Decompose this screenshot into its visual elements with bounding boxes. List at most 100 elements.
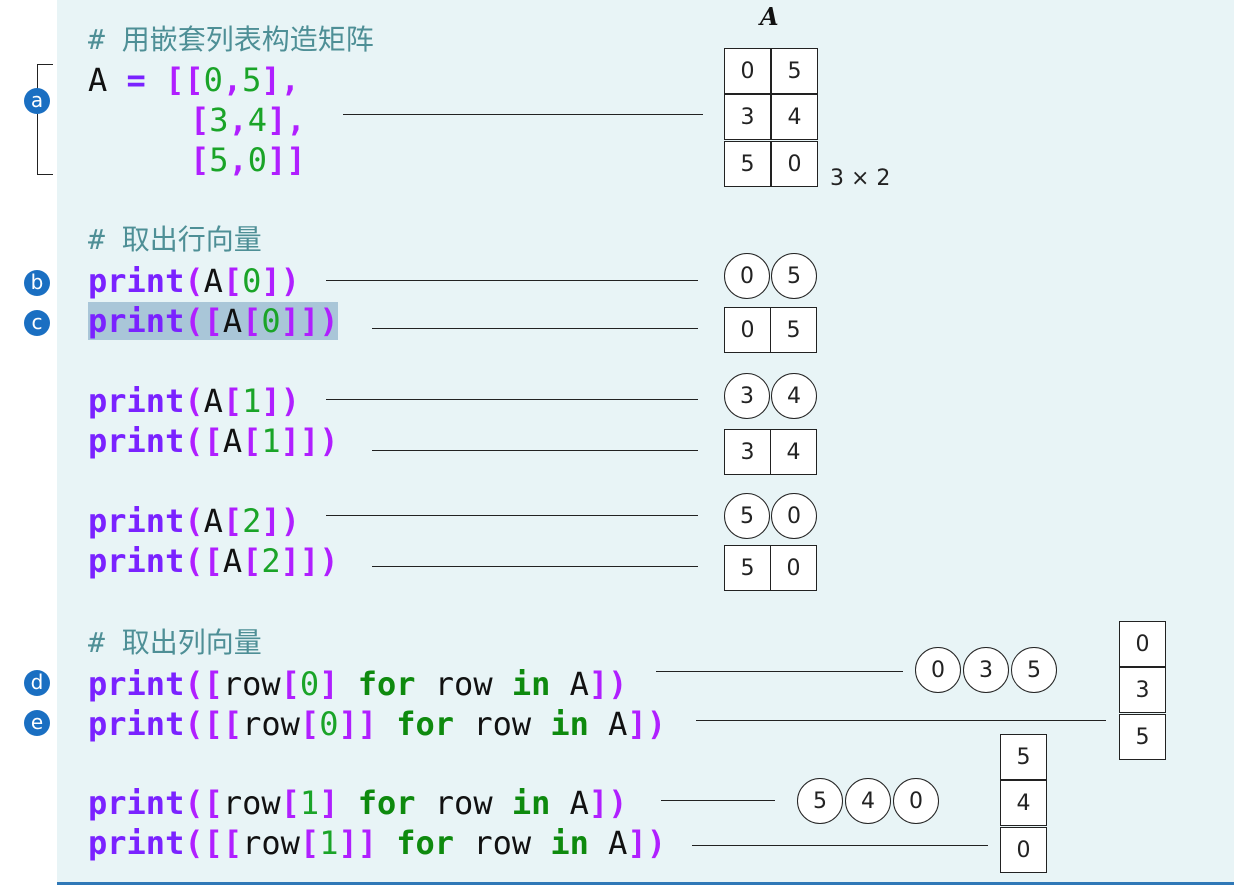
token-bracket: [ <box>222 502 243 540</box>
token-bracket: ]] <box>267 141 306 179</box>
token-print: print <box>88 302 185 340</box>
matrix-cell: 5 <box>724 141 771 187</box>
token-keyword: for <box>396 705 455 743</box>
code-line-matrix-row1: A = [[0,5], <box>88 60 300 100</box>
bracket-tick-bottom <box>37 174 53 175</box>
token-var: A <box>203 502 223 540</box>
matrix-cell: 0 <box>771 141 818 187</box>
matrix-cell: 5 <box>1119 714 1166 760</box>
token-bracket: [ <box>280 665 300 703</box>
token-assign: = <box>107 61 166 99</box>
token-keyword: for <box>357 784 416 822</box>
token-comma: , <box>228 141 248 179</box>
code-line-print-row2: print(A[2]) <box>88 501 300 541</box>
comment-build-matrix: # 用嵌套列表构造矩阵 <box>88 23 374 56</box>
token-print: print <box>88 824 185 862</box>
token-print: print <box>88 665 185 703</box>
token-var: row <box>242 824 300 862</box>
token-print: print <box>88 784 185 822</box>
token-bracket: [[ <box>165 61 204 99</box>
matrix-cell: 4 <box>1000 780 1047 826</box>
matrix-cell: 0 <box>770 545 817 591</box>
token-bracket: ] <box>319 784 358 822</box>
token-bracket: [ <box>222 262 243 300</box>
token-bracket: ([ <box>184 784 223 822</box>
matrix-cell: 0 <box>724 48 771 94</box>
code-line-print-row0: print(A[0]) <box>88 261 300 301</box>
connector-line <box>372 566 698 567</box>
connector-line <box>696 720 1106 721</box>
token-comma: , <box>222 61 243 99</box>
token-var: row <box>415 784 512 822</box>
vector-element-circle: 4 <box>771 373 817 419</box>
code-block-bracket <box>37 64 38 174</box>
code-line-matrix-row2: [3,4], <box>190 100 306 140</box>
token-bracket: ( <box>184 502 204 540</box>
token-number: 0 <box>261 302 281 340</box>
matrix-cell: 5 <box>1000 734 1047 780</box>
matrix-cell: 3 <box>724 94 771 140</box>
token-bracket: [ <box>190 141 210 179</box>
matrix-cell: 0 <box>1119 621 1166 667</box>
token-var: row <box>454 824 551 862</box>
matrix-cell: 3 <box>1119 667 1166 713</box>
token-print: print <box>88 705 185 743</box>
vector-element-circle: 5 <box>771 253 817 299</box>
matrix-cell: 5 <box>771 48 818 94</box>
token-var: row <box>415 665 512 703</box>
token-bracket: ] <box>319 665 358 703</box>
code-line-matrix-row3: [5,0]] <box>190 140 306 180</box>
token-bracket: [ <box>222 382 243 420</box>
code-line-print-col1-matrix: print([[row[1]] for row in A]) <box>88 823 666 863</box>
token-number: 0 <box>247 141 268 179</box>
token-keyword: in <box>550 705 589 743</box>
token-bracket: ([ <box>184 542 223 580</box>
connector-line <box>661 800 775 801</box>
connector-line <box>372 328 698 329</box>
token-number: 2 <box>261 542 281 580</box>
token-var: A <box>203 262 223 300</box>
token-bracket: [ <box>242 542 262 580</box>
token-var: A <box>588 705 628 743</box>
token-bracket: ]) <box>588 784 628 822</box>
vector-element-circle: 0 <box>771 493 817 539</box>
token-var: A <box>222 542 243 580</box>
badge-d: d <box>24 670 50 696</box>
token-bracket: ([[ <box>184 824 243 862</box>
matrix-cell: 5 <box>724 545 771 591</box>
connector-line <box>656 671 903 672</box>
token-keyword: for <box>396 824 455 862</box>
token-number: 5 <box>242 61 262 99</box>
token-bracket: ([ <box>184 422 223 460</box>
code-line-print-col0: print([row[0] for row in A]) <box>88 664 627 704</box>
token-keyword: in <box>550 824 589 862</box>
token-number: 4 <box>247 101 268 139</box>
vector-element-circle: 5 <box>797 778 843 824</box>
token-number: 1 <box>299 784 320 822</box>
matrix-cell: 4 <box>771 94 818 140</box>
token-var: A <box>203 382 223 420</box>
token-var: row <box>242 705 300 743</box>
token-comma: , <box>228 101 248 139</box>
token-bracket: ]] <box>338 824 397 862</box>
vector-element-circle: 5 <box>1011 647 1057 693</box>
token-bracket: ]) <box>261 382 300 420</box>
vector-element-circle: 5 <box>724 493 770 539</box>
token-bracket: ]]) <box>280 422 339 460</box>
token-keyword: in <box>511 784 551 822</box>
badge-a: a <box>24 88 50 114</box>
connector-line <box>692 845 988 846</box>
matrix-cell: 3 <box>724 429 771 475</box>
token-print: print <box>88 382 185 420</box>
token-bracket: [ <box>299 824 320 862</box>
matrix-cell: 0 <box>724 307 771 353</box>
token-var: A <box>88 61 108 99</box>
token-bracket: [ <box>242 422 262 460</box>
token-bracket: ([ <box>184 302 223 340</box>
connector-line <box>372 450 698 451</box>
connector-line <box>326 399 698 400</box>
token-print: print <box>88 502 185 540</box>
token-var: row <box>222 665 281 703</box>
vector-element-circle: 0 <box>724 253 770 299</box>
token-keyword: in <box>511 665 551 703</box>
